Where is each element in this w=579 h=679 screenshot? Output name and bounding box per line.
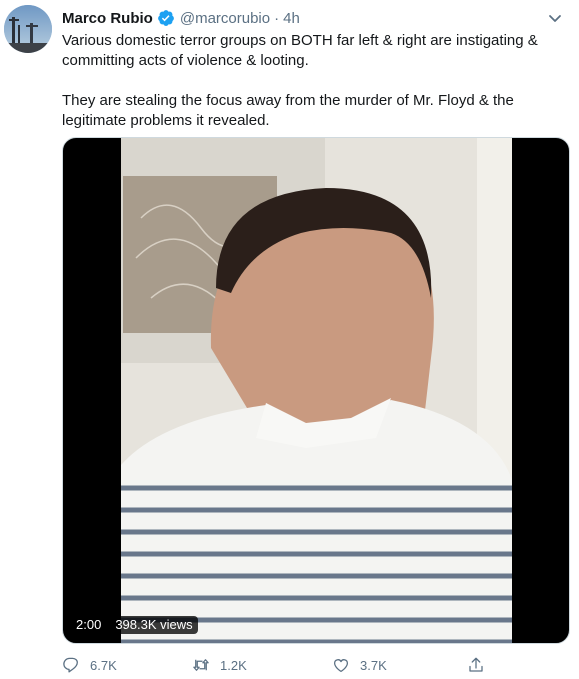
reply-icon xyxy=(63,657,78,673)
retweet-icon xyxy=(193,659,209,671)
author-handle[interactable]: @marcorubio xyxy=(180,10,270,27)
tweet-card[interactable]: Marco Rubio @marcorubio · 4h Various dom… xyxy=(0,0,579,679)
retweet-button[interactable]: 1.2K xyxy=(192,655,247,675)
video-duration: 2:00 xyxy=(71,616,107,634)
tweet-paragraph: Various domestic terror groups on BOTH f… xyxy=(62,32,538,69)
chevron-down-icon xyxy=(549,15,561,22)
retweet-count: 1.2K xyxy=(220,657,247,673)
tweet-actions: 6.7K 1.2K 3.7K xyxy=(62,655,492,675)
tweet-header: Marco Rubio @marcorubio · 4h xyxy=(62,8,300,28)
reply-button[interactable]: 6.7K xyxy=(62,655,117,675)
heart-icon xyxy=(333,659,349,673)
video-thumbnail xyxy=(121,138,512,643)
more-options-button[interactable] xyxy=(547,10,563,26)
share-icon xyxy=(469,657,483,672)
author-name[interactable]: Marco Rubio xyxy=(62,10,153,27)
video-player[interactable]: 2:00 398.3K views xyxy=(62,137,570,644)
video-view-count: 398.3K views xyxy=(110,616,198,634)
share-button[interactable] xyxy=(467,655,485,675)
separator-dot: · xyxy=(274,9,280,27)
tweet-timestamp[interactable]: 4h xyxy=(283,10,300,27)
avatar[interactable] xyxy=(4,5,52,53)
verified-badge-icon xyxy=(157,9,175,27)
tweet-text: Various domestic terror groups on BOTH f… xyxy=(62,31,567,131)
avatar-image xyxy=(4,5,52,53)
video-badges: 2:00 398.3K views xyxy=(71,616,198,634)
reply-count: 6.7K xyxy=(90,657,117,673)
tweet-paragraph: They are stealing the focus away from th… xyxy=(62,92,514,129)
like-count: 3.7K xyxy=(360,657,387,673)
like-button[interactable]: 3.7K xyxy=(332,655,387,675)
